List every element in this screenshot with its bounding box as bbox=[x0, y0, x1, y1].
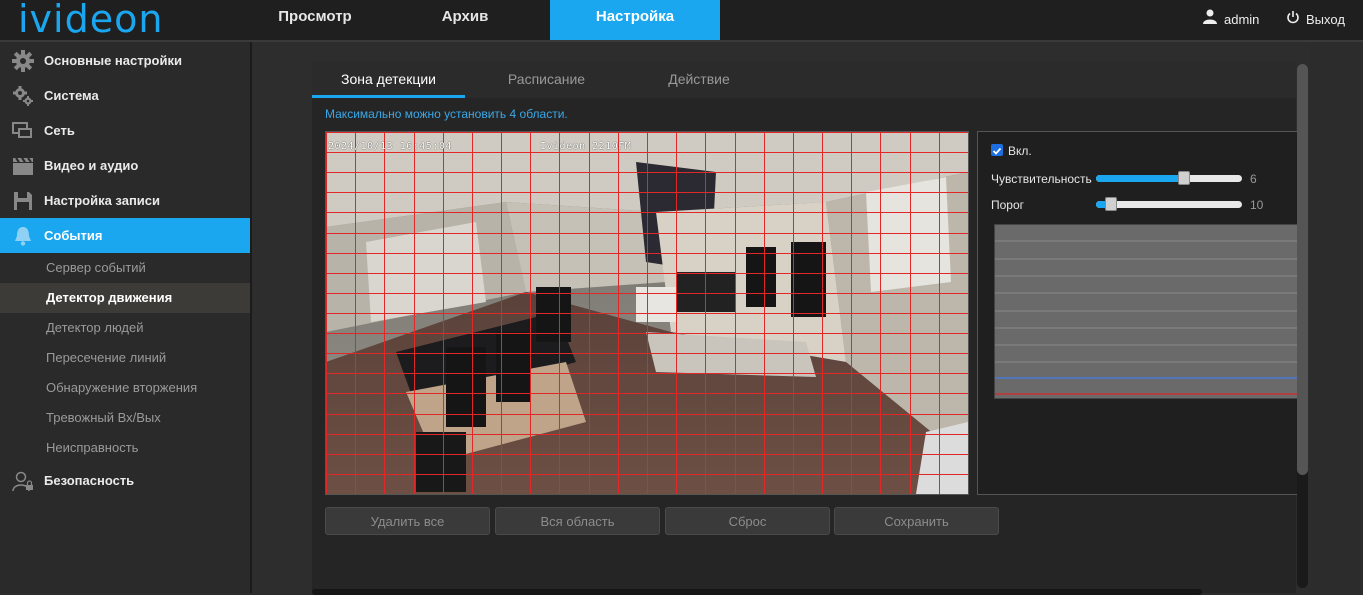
user-icon bbox=[1202, 3, 1224, 37]
sidebar-subitem-event-server[interactable]: Сервер событий bbox=[0, 253, 250, 283]
sidebar-item-events[interactable]: События bbox=[0, 218, 250, 253]
floppy-icon bbox=[11, 189, 35, 213]
sidebar-item-system[interactable]: Система bbox=[0, 78, 250, 113]
sidebar-item-label: Настройка записи bbox=[44, 193, 161, 208]
detection-settings-panel: Вкл. Чувствительность 6 Порог 10 bbox=[977, 131, 1302, 495]
osd-camera-name: Ivideon 2210FM bbox=[540, 141, 632, 152]
whole-area-button[interactable]: Вся область bbox=[495, 507, 660, 535]
network-icon bbox=[11, 119, 35, 143]
sensitivity-fill bbox=[1096, 175, 1184, 182]
sidebar-item-network[interactable]: Сеть bbox=[0, 113, 250, 148]
sensitivity-label: Чувствительность bbox=[991, 172, 1092, 186]
sidebar-item-security[interactable]: Безопасность bbox=[0, 463, 250, 498]
sidebar-item-label: Безопасность bbox=[44, 473, 135, 488]
top-bar: ivideon Просмотр Архив Настройка admin В… bbox=[0, 0, 1363, 42]
gears-icon bbox=[11, 84, 35, 108]
bell-icon bbox=[11, 224, 35, 248]
logout-label: Выход bbox=[1306, 12, 1345, 27]
threshold-handle[interactable] bbox=[1104, 197, 1117, 211]
enable-label: Вкл. bbox=[1008, 144, 1032, 158]
sensitivity-value: 6 bbox=[1250, 172, 1257, 186]
user-menu[interactable]: admin bbox=[1202, 0, 1259, 40]
motion-detector-panel: Зона детекции Расписание Действие Максим… bbox=[312, 62, 1302, 593]
sidebar-subitem-alarm-io[interactable]: Тревожный Вх/Вых bbox=[0, 403, 250, 433]
sidebar-subitem-people-detector[interactable]: Детектор людей bbox=[0, 313, 250, 343]
main-content: Зона детекции Расписание Действие Максим… bbox=[252, 42, 1310, 595]
sidebar: Основные настройки Система Сеть Видео и … bbox=[0, 42, 252, 593]
enable-checkbox[interactable] bbox=[991, 144, 1003, 156]
motion-level-graph bbox=[994, 224, 1302, 399]
threshold-slider[interactable] bbox=[1096, 197, 1242, 211]
osd-timestamp: 2024/10/13 16:45:04 bbox=[328, 141, 452, 152]
sidebar-item-label: Основные настройки bbox=[44, 53, 182, 68]
sensitivity-handle[interactable] bbox=[1177, 171, 1190, 185]
logout-button[interactable]: Выход bbox=[1286, 0, 1345, 40]
sidebar-subitem-motion-detector[interactable]: Детектор движения bbox=[0, 283, 250, 313]
clapperboard-icon bbox=[11, 154, 35, 178]
horizontal-scrollbar[interactable] bbox=[312, 589, 1202, 595]
motion-grid[interactable] bbox=[326, 132, 968, 494]
ivideon-logo: ivideon bbox=[18, 0, 164, 41]
settings-tabs: Зона детекции Расписание Действие bbox=[312, 62, 1296, 98]
nav-tab-archive[interactable]: Архив bbox=[400, 0, 530, 40]
threshold-label: Порог bbox=[991, 198, 1025, 212]
nav-tab-view[interactable]: Просмотр bbox=[250, 0, 380, 40]
max-areas-hint: Максимально можно установить 4 области. bbox=[325, 107, 568, 121]
scrollbar-thumb[interactable] bbox=[1297, 64, 1308, 475]
sidebar-subitem-intrusion[interactable]: Обнаружение вторжения bbox=[0, 373, 250, 403]
sidebar-item-label: События bbox=[44, 228, 103, 243]
sidebar-item-basic-settings[interactable]: Основные настройки bbox=[0, 43, 250, 78]
tab-detection-zone[interactable]: Зона детекции bbox=[312, 62, 465, 98]
sidebar-item-recording[interactable]: Настройка записи bbox=[0, 183, 250, 218]
checkmark-icon bbox=[992, 147, 1002, 155]
delete-all-button[interactable]: Удалить все bbox=[325, 507, 490, 535]
sidebar-item-video-audio[interactable]: Видео и аудио bbox=[0, 148, 250, 183]
tab-action[interactable]: Действие bbox=[628, 62, 770, 98]
vertical-scrollbar[interactable] bbox=[1297, 64, 1308, 588]
nav-tab-settings[interactable]: Настройка bbox=[550, 0, 720, 40]
gear-icon bbox=[11, 49, 35, 73]
sidebar-item-label: Сеть bbox=[44, 123, 75, 138]
sensitivity-slider[interactable] bbox=[1096, 171, 1242, 185]
sidebar-item-label: Система bbox=[44, 88, 99, 103]
sidebar-subitem-line-crossing[interactable]: Пересечение линий bbox=[0, 343, 250, 373]
power-icon bbox=[1286, 3, 1306, 37]
save-button[interactable]: Сохранить bbox=[834, 507, 999, 535]
user-lock-icon bbox=[11, 469, 35, 493]
reset-button[interactable]: Сброс bbox=[665, 507, 830, 535]
threshold-value: 10 bbox=[1250, 198, 1264, 212]
username: admin bbox=[1224, 12, 1260, 27]
sidebar-item-label: Видео и аудио bbox=[44, 158, 139, 173]
tab-schedule[interactable]: Расписание bbox=[465, 62, 628, 98]
video-preview[interactable]: 2024/10/13 16:45:04 Ivideon 2210FM bbox=[325, 131, 969, 495]
sidebar-subitem-fault[interactable]: Неисправность bbox=[0, 433, 250, 463]
